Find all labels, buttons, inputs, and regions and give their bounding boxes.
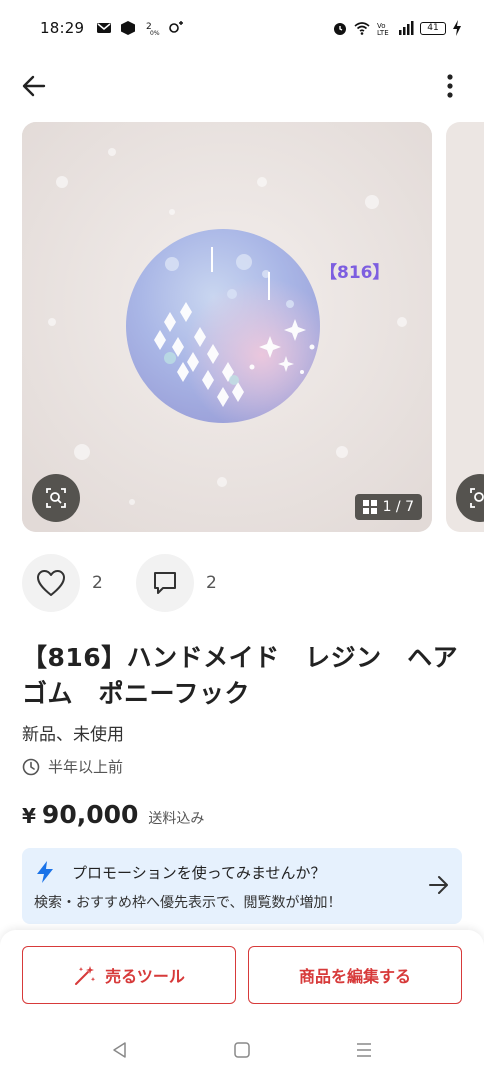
engagement-actions: 2 2 [22,554,240,612]
status-time: 18:29 [40,19,85,37]
box-icon [121,21,136,35]
mail-icon [97,23,112,33]
image-search-icon [46,488,66,508]
image-search-icon [470,488,484,508]
image-counter: 1 / 7 [354,494,422,520]
signal-icon [399,21,414,35]
sell-tool-label: 売るツール [105,967,185,986]
status-system-icons: Vo LTE 41 [332,20,462,36]
product-photo-next[interactable] [446,122,484,532]
comment-count: 2 [206,573,217,593]
call-forward-icon [169,21,184,33]
arrow-right-icon [429,876,448,894]
status-notification-icons: 2 0% [96,20,184,36]
nav-back-button[interactable] [109,1039,131,1061]
heart-icon [37,570,65,596]
image-counter-text: 1 / 7 [382,499,414,515]
price-row: ¥ 90,000 送料込み [22,800,204,829]
svg-text:0%: 0% [150,30,160,36]
back-button[interactable] [16,68,52,104]
image-overlay-label: 【816】 [320,263,390,283]
price-currency: ¥ [22,804,36,828]
image-search-button[interactable] [32,474,80,522]
nav-home-button[interactable] [231,1039,253,1061]
nav-recents-button[interactable] [353,1039,375,1061]
comment-icon [154,572,176,594]
sell-tool-button[interactable]: 売るツール [22,946,236,1004]
more-vertical-icon [447,74,453,98]
status-bar: 18:29 2 0% Vo LTE 41 [0,0,484,56]
menu-lines-icon [357,1043,371,1057]
product-image-carousel[interactable]: 【816】 1 / 7 [0,122,484,534]
alarm-icon [334,23,346,35]
promotion-description: 検索・おすすめ枠へ優先表示で、閲覧数が増加！ [34,895,342,911]
edit-item-label: 商品を編集する [298,967,411,986]
comment-button[interactable] [136,554,194,612]
price-value: 90,000 [41,800,139,829]
like-count: 2 [92,573,103,593]
square-home-icon [234,1042,250,1058]
posted-time-text: 半年以上前 [48,758,124,776]
svg-text:LTE: LTE [377,29,389,36]
volte-icon: VoLTE [377,22,389,36]
charging-icon [453,20,461,36]
edit-item-button[interactable]: 商品を編集する [248,946,462,1004]
image-search-button-next[interactable] [456,474,484,522]
product-condition: 新品、未使用 [22,725,124,745]
clock-icon [22,758,40,775]
promotion-banner[interactable]: プロモーションを使ってみませんか？ 検索・おすすめ枠へ優先表示で、閲覧数が増加！ [22,848,462,924]
magic-wand-icon [75,966,96,985]
wifi-icon [354,22,370,35]
like-button[interactable] [22,554,80,612]
arrow-left-icon [22,75,46,97]
product-photo-image [22,122,432,532]
lightning-icon [37,861,53,883]
more-options-button[interactable] [432,68,468,104]
battery-icon: 41 [420,21,446,35]
product-photo[interactable]: 【816】 1 / 7 [22,122,432,532]
promotion-title: プロモーションを使ってみませんか？ [72,864,326,882]
triangle-back-icon [113,1042,126,1058]
posted-time: 半年以上前 [22,756,123,777]
shipping-label: 送料込み [148,811,205,827]
product-title: 【816】ハンドメイド レジン ヘアゴム ポニーフック [22,643,459,708]
grid-icon [362,500,377,514]
data-usage-icon: 20% [146,22,160,36]
top-app-bar [0,58,484,114]
system-navigation-bar [0,1030,484,1070]
